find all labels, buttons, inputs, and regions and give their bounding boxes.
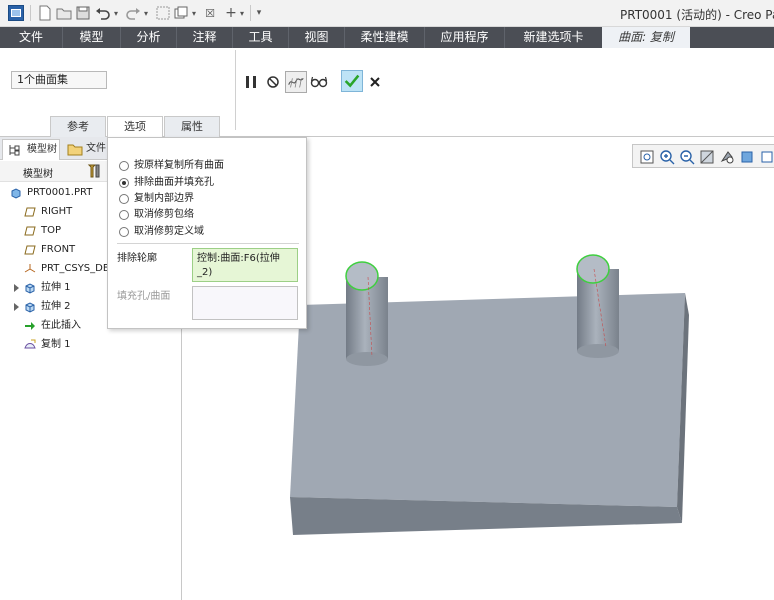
tree-item-label: 在此插入 [41, 320, 81, 331]
csys-icon [24, 263, 36, 275]
new-file-icon[interactable] [38, 5, 52, 21]
tab-applications[interactable]: 应用程序 [424, 27, 504, 48]
tab-tools[interactable]: 工具 [232, 27, 288, 48]
radio-label: 取消修剪定义域 [134, 226, 204, 237]
regenerate-icon[interactable] [156, 5, 170, 21]
saved-orientations-icon[interactable] [719, 149, 735, 165]
zoom-out-icon[interactable] [679, 149, 695, 165]
save-icon[interactable] [76, 5, 90, 21]
datum-plane-icon [24, 206, 36, 218]
crosshair-dropdown-icon[interactable]: ▾ [238, 5, 246, 21]
undo-dropdown-icon[interactable]: ▾ [112, 5, 120, 21]
app-menu-icon[interactable] [8, 5, 24, 21]
window-title: PRT0001 (活动的) - Creo Param [620, 8, 774, 22]
cylinder-left[interactable] [345, 261, 388, 366]
insert-here-icon [24, 320, 36, 332]
divider [117, 243, 299, 244]
copy-surface-icon [24, 339, 36, 351]
redo-icon[interactable] [125, 5, 141, 21]
display-style-icon[interactable] [739, 149, 755, 165]
subtab-options[interactable]: 选项 [107, 116, 163, 137]
radio-indicator [119, 161, 129, 171]
view-manager-icon[interactable] [759, 149, 774, 165]
radio-indicator-selected [119, 178, 129, 188]
tree-item-label: PRT_CSYS_DEF [41, 263, 115, 274]
title-bar: ▾ ▾ ▾ ☒ + ▾ ▾ PRT0001 (活动的) - Creo Param [0, 0, 774, 27]
radio-label: 排除曲面并填充孔 [134, 177, 214, 188]
tree-item-label: 复制 1 [41, 339, 71, 350]
tree-item-label: 拉伸 2 [41, 301, 71, 312]
tree-item[interactable]: 复制 1 [0, 336, 181, 354]
verify-glasses-icon[interactable] [309, 72, 329, 92]
tab-model[interactable]: 模型 [62, 27, 120, 48]
tab-new-tab[interactable]: 新建选项卡 [504, 27, 602, 48]
part-icon [10, 187, 22, 199]
tab-surface-copy[interactable]: 曲面: 复制 [602, 27, 690, 48]
exclude-contours-label: 排除轮廓 [117, 253, 157, 264]
subtab-properties[interactable]: 属性 [164, 116, 220, 137]
tree-item-label: FRONT [41, 244, 76, 255]
radio-label: 按原样复制所有曲面 [134, 160, 224, 171]
pause-icon[interactable] [241, 72, 261, 92]
model-tree-title: 模型树 [23, 169, 53, 180]
ribbon: 1个曲面集 参考 选项 属性 [0, 48, 774, 137]
surface-set-collector[interactable]: 1个曲面集 [11, 71, 107, 89]
divider [30, 5, 31, 21]
radio-indicator [119, 194, 129, 204]
fill-holes-collector[interactable] [192, 286, 298, 320]
crosshair-icon[interactable]: + [224, 5, 238, 21]
divider [250, 5, 251, 21]
settings-tools-icon[interactable] [86, 163, 102, 179]
redo-dropdown-icon[interactable]: ▾ [142, 5, 150, 21]
subtab-references[interactable]: 参考 [50, 116, 106, 137]
extrude-icon [24, 282, 36, 294]
tab-annotate[interactable]: 注释 [176, 27, 232, 48]
extrude-icon [24, 301, 36, 313]
tab-analysis[interactable]: 分析 [120, 27, 176, 48]
customize-toolbar-icon[interactable]: ▾ [254, 5, 264, 21]
tab-flexible-modeling[interactable]: 柔性建模 [344, 27, 424, 48]
fill-holes-label: 填充孔/曲面 [117, 291, 171, 302]
options-panel: 按原样复制所有曲面 排除曲面并填充孔 复制内部边界 取消修剪包络 取消修剪定义域… [107, 137, 307, 329]
tree-item-label: RIGHT [41, 206, 73, 217]
refit-icon[interactable] [639, 149, 655, 165]
tree-item-label: 拉伸 1 [41, 282, 71, 293]
model-tree-icon [9, 145, 20, 156]
datum-plane-icon [24, 244, 36, 256]
expand-arrow-icon[interactable] [14, 284, 19, 292]
windows-icon[interactable] [174, 5, 188, 21]
datum-plane-icon [24, 225, 36, 237]
close-window-icon[interactable]: ☒ [204, 5, 216, 21]
radio-indicator [119, 210, 129, 220]
windows-dropdown-icon[interactable]: ▾ [190, 5, 198, 21]
tab-file[interactable]: 文件 [0, 27, 62, 48]
tree-item-label: PRT0001.PRT [27, 187, 93, 198]
tab-model-tree[interactable]: 模型树 [2, 139, 60, 160]
tab-model-tree-label: 模型树 [27, 144, 57, 155]
confirm-check-icon[interactable] [341, 70, 363, 92]
folder-browser-icon [67, 144, 83, 156]
tab-view[interactable]: 视图 [288, 27, 344, 48]
divider [235, 50, 236, 130]
open-folder-icon[interactable] [56, 5, 72, 21]
no-preview-icon[interactable] [263, 72, 283, 92]
radio-label: 取消修剪包络 [134, 209, 194, 220]
cancel-x-icon[interactable] [365, 72, 385, 92]
expand-arrow-icon[interactable] [14, 303, 19, 311]
exclude-contours-collector[interactable]: 控制:曲面:F6(拉伸_2) [192, 248, 298, 282]
ribbon-tab-bar: 文件 模型 分析 注释 工具 视图 柔性建模 应用程序 新建选项卡 曲面: 复制 [0, 27, 774, 48]
radio-label: 复制内部边界 [134, 193, 194, 204]
radio-indicator [119, 227, 129, 237]
tree-item-label: TOP [41, 225, 62, 236]
repaint-icon[interactable] [699, 149, 715, 165]
preview-geometry-icon[interactable] [285, 71, 307, 93]
undo-icon[interactable] [95, 5, 111, 21]
view-toolbar [632, 144, 774, 168]
cylinder-right[interactable] [576, 254, 619, 358]
zoom-in-icon[interactable] [659, 149, 675, 165]
